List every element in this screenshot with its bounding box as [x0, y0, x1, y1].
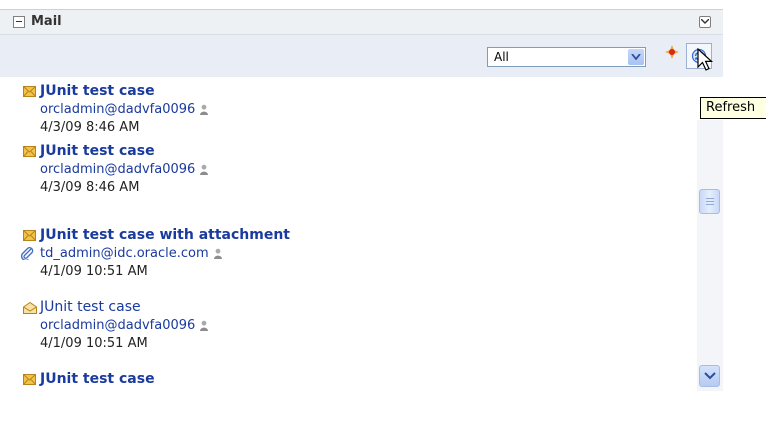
message-sender-address[interactable]: orcladmin@dadvfa0096 [40, 102, 195, 117]
message-subject[interactable]: JUnit test case [40, 371, 155, 387]
presence-icon [200, 104, 209, 115]
presence-icon [200, 164, 209, 175]
message-subject[interactable]: JUnit test case with attachment [40, 227, 290, 243]
message-date: 4/1/09 10:51 AM [40, 264, 148, 279]
list-item[interactable]: JUnit test case with attachment td_admin… [0, 221, 690, 281]
chevron-down-icon [701, 19, 709, 24]
portlet-header: Mail [0, 9, 723, 35]
message-sender-address[interactable]: orcladmin@dadvfa0096 [40, 318, 195, 333]
list-item[interactable]: JUnit test case orcladmin@dadvfa0096 4/3… [0, 77, 690, 137]
message-list: JUnit test case orcladmin@dadvfa0096 4/3… [0, 77, 700, 391]
portlet-menu-button[interactable] [699, 16, 711, 28]
list-item[interactable]: JUnit test case orcladmin@dadvfa0096 4/1… [0, 293, 690, 353]
folder-filter-select[interactable]: All [487, 47, 646, 67]
mail-toolbar: All [0, 35, 723, 77]
message-date: 4/3/09 8:46 AM [40, 120, 140, 135]
list-item[interactable]: JUnit test case orcladmin@dadvfa0096 4/3… [0, 137, 690, 197]
message-sender[interactable]: orcladmin@dadvfa0096 [40, 318, 210, 333]
mouse-cursor-icon [697, 48, 714, 71]
envelope-closed-icon [23, 146, 36, 157]
message-subject[interactable]: JUnit test case [40, 143, 155, 159]
add-icon[interactable] [665, 45, 679, 62]
message-date: 4/3/09 8:46 AM [40, 180, 140, 195]
dropdown-arrow-icon[interactable] [628, 49, 644, 65]
scroll-thumb[interactable] [699, 189, 720, 214]
envelope-closed-icon [23, 86, 36, 97]
message-sender[interactable]: td_admin@idc.oracle.com [40, 246, 224, 261]
message-subject[interactable]: JUnit test case [40, 83, 155, 99]
envelope-closed-icon [23, 374, 36, 385]
envelope-open-icon [23, 302, 37, 314]
presence-icon [213, 248, 222, 259]
message-date: 4/1/09 10:51 AM [40, 336, 148, 351]
message-sender[interactable]: orcladmin@dadvfa0096 [40, 162, 210, 177]
vertical-scrollbar[interactable] [697, 120, 723, 391]
envelope-closed-icon [23, 230, 36, 241]
presence-icon [200, 320, 209, 331]
refresh-tooltip: Refresh [700, 97, 766, 119]
message-sender[interactable]: orcladmin@dadvfa0096 [40, 102, 210, 117]
paperclip-icon [20, 247, 34, 260]
scroll-down-button[interactable] [699, 365, 720, 387]
folder-filter-value: All [494, 50, 509, 64]
message-subject[interactable]: JUnit test case [40, 299, 141, 315]
message-sender-address[interactable]: orcladmin@dadvfa0096 [40, 162, 195, 177]
portlet-title: Mail [31, 14, 62, 29]
list-item[interactable]: JUnit test case [0, 365, 690, 425]
chevron-down-icon [704, 372, 716, 380]
collapse-icon[interactable] [13, 16, 25, 28]
message-sender-address[interactable]: td_admin@idc.oracle.com [40, 246, 209, 261]
